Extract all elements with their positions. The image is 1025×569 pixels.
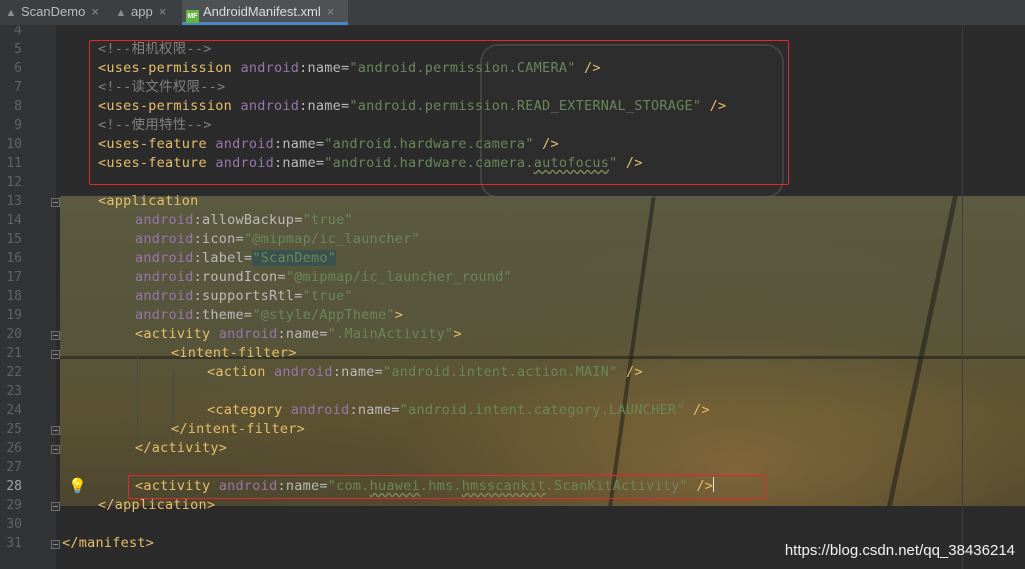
editor-tab-bar: ▲ ScanDemo × ▲ app × MF AndroidManifest.xml × [0,0,1025,26]
line-number: 14 [6,213,22,228]
right-margin-guide [962,26,963,569]
code-line-26: </activity> [135,440,228,456]
line-number: 17 [6,270,22,285]
android-icon: ▲ [5,7,17,19]
code-line-25: </intent-filter> [171,421,306,437]
line-number: 18 [6,289,22,304]
line-number: 25 [6,422,22,437]
line-number: 27 [6,460,22,475]
tab-app[interactable]: ▲ app × [110,0,180,25]
code-line-20: <activity android:name=".MainActivity"> [135,326,462,342]
fold-toggle-icon[interactable] [51,198,60,207]
fold-toggle-icon[interactable] [51,426,60,435]
line-number: 12 [6,175,22,190]
tab-label: app [131,4,153,19]
code-editor[interactable]: 4 5 6 7 8 9 10 11 12 13 14 15 16 17 18 1… [0,26,1025,569]
code-line-13: <application [98,193,199,209]
line-number: 5 [14,42,22,57]
line-number: 29 [6,498,22,513]
line-number: 20 [6,327,22,342]
manifest-file-icon: MF [186,10,199,23]
code-line-31: </manifest> [62,535,155,551]
line-number: 30 [6,517,22,532]
line-number: 11 [6,156,22,171]
line-number-gutter: 4 5 6 7 8 9 10 11 12 13 14 15 16 17 18 1… [0,26,56,569]
permissions-highlight-box [89,40,789,185]
code-line-19: android:theme="@style/AppTheme"> [135,307,404,323]
code-line-24: <category android:name="android.intent.c… [207,402,710,418]
line-number: 15 [6,232,22,247]
line-number: 31 [6,536,22,551]
fold-toggle-icon[interactable] [51,445,60,454]
watermark-url: https://blog.csdn.net/qq_38436214 [784,542,1015,559]
code-line-16: android:label="ScanDemo" [135,250,337,266]
code-line-22: <action android:name="android.intent.act… [207,364,643,380]
scankit-activity-highlight-box [128,475,766,499]
line-number: 6 [14,61,22,76]
lightbulb-icon[interactable]: 💡 [68,477,87,496]
line-number: 4 [14,26,22,38]
code-line-18: android:supportsRtl="true" [135,288,353,304]
line-number: 26 [6,441,22,456]
line-number: 7 [14,80,22,95]
line-number: 9 [14,118,22,133]
line-number: 13 [6,194,22,209]
line-number: 23 [6,384,22,399]
line-number: 16 [6,251,22,266]
tab-androidmanifest[interactable]: MF AndroidManifest.xml × [182,0,348,25]
line-number: 22 [6,365,22,380]
code-line-17: android:roundIcon="@mipmap/ic_launcher_r… [135,269,513,285]
highlighted-value: "ScanDemo" [252,250,337,266]
line-number-current: 28 [6,479,22,494]
line-number: 19 [6,308,22,323]
android-icon: ▲ [115,7,127,19]
fold-toggle-icon[interactable] [51,540,60,549]
close-icon[interactable]: × [159,0,167,24]
code-line-21: <intent-filter> [171,345,297,361]
tab-label: AndroidManifest.xml [203,4,321,19]
code-line-15: android:icon="@mipmap/ic_launcher" [135,231,420,247]
tab-label: ScanDemo [21,4,86,19]
line-number: 10 [6,137,22,152]
tab-scandemo[interactable]: ▲ ScanDemo × [0,0,106,25]
line-number: 8 [14,99,22,114]
code-line-29: </application> [98,497,216,513]
close-icon[interactable]: × [91,0,99,24]
fold-toggle-icon[interactable] [51,502,60,511]
fold-toggle-icon[interactable] [51,350,60,359]
code-line-14: android:allowBackup="true" [135,212,353,228]
line-number: 21 [6,346,22,361]
fold-toggle-icon[interactable] [51,331,60,340]
close-icon[interactable]: × [327,0,335,24]
line-number: 24 [6,403,22,418]
